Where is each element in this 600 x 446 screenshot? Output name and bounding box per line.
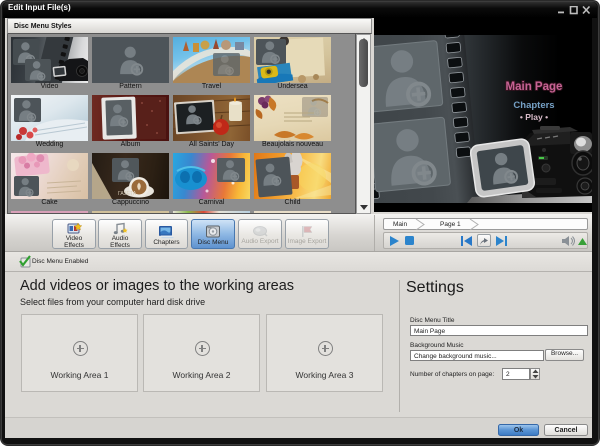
svg-text:ГАЗЕТА: ГАЗЕТА	[118, 191, 137, 197]
svg-text:Main Page: Main Page	[506, 81, 563, 93]
svg-text:• Play •: • Play •	[520, 112, 548, 122]
svg-text:Chapters: Chapters	[513, 100, 554, 111]
